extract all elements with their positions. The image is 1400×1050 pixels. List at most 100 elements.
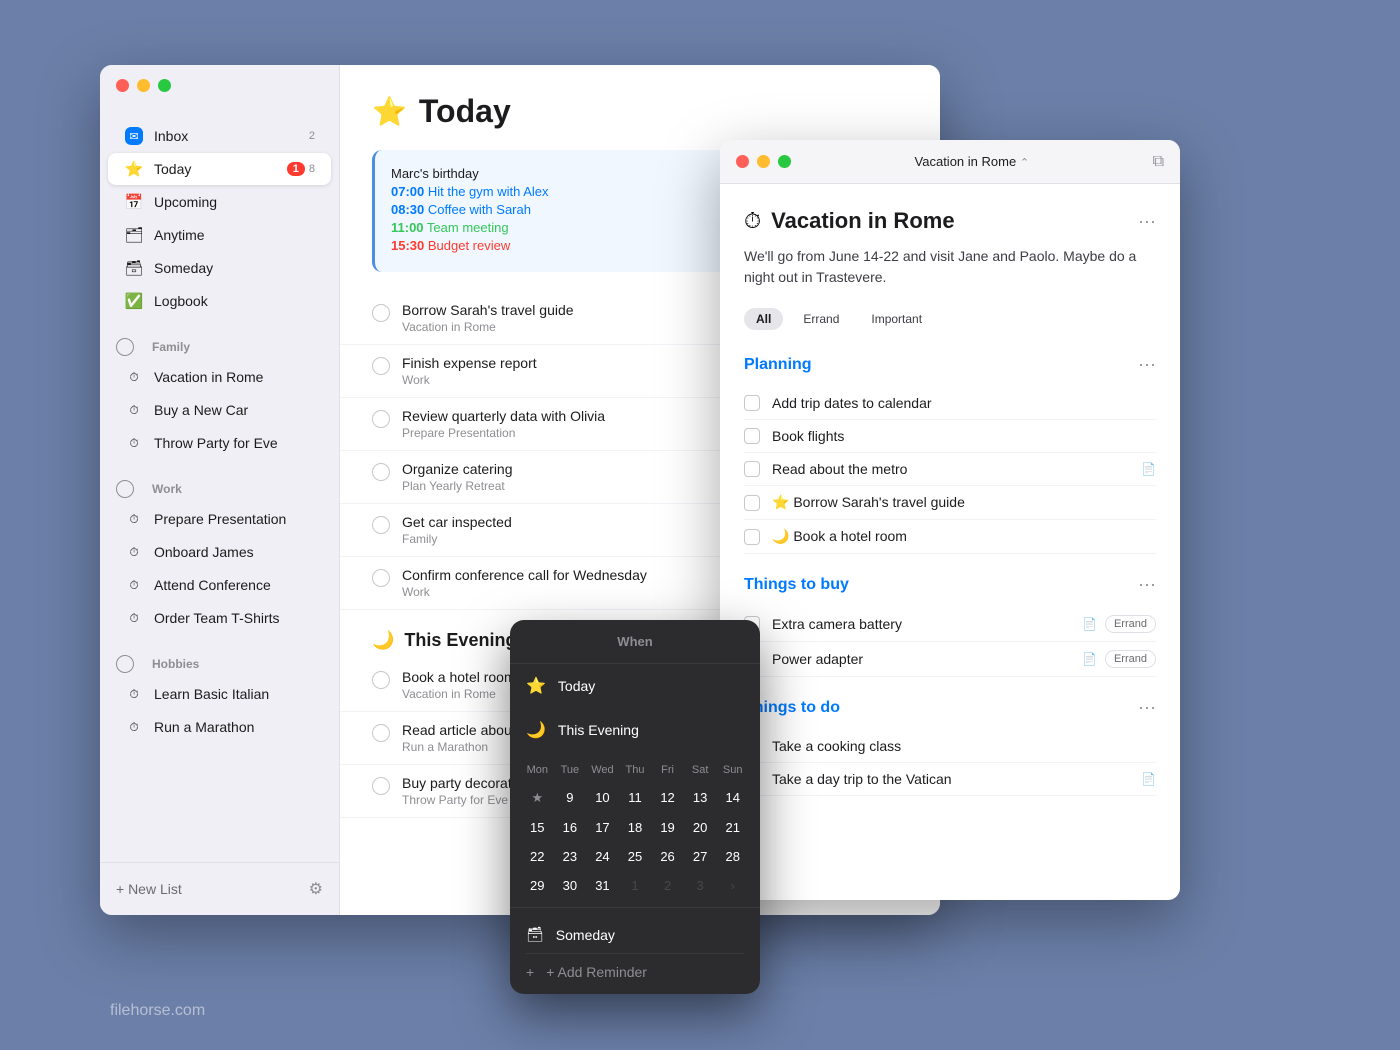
task-checkbox[interactable]	[372, 516, 390, 534]
cal-arrow-next[interactable]: ›	[717, 872, 748, 899]
fullscreen-button[interactable]	[158, 79, 171, 92]
calendar-weekdays: Mon Tue Wed Thu Fri Sat Sun	[522, 760, 748, 780]
buy-title: Things to buy	[744, 576, 849, 594]
cal-day-18[interactable]: 18	[620, 814, 651, 841]
task-checkbox[interactable]	[372, 304, 390, 322]
rome-task-camera-battery[interactable]: Extra camera battery 📄 Errand	[744, 607, 1156, 642]
cal-day-star[interactable]: ★	[522, 784, 553, 812]
cal-day-20[interactable]: 20	[685, 814, 716, 841]
do-more-icon[interactable]: ···	[1138, 697, 1156, 718]
cal-day-30[interactable]: 30	[555, 872, 586, 899]
new-list-button[interactable]: + New List	[116, 881, 182, 897]
rome-fullscreen-button[interactable]	[778, 155, 791, 168]
when-footer: 🗃 Someday + + Add Reminder	[510, 907, 760, 994]
cal-day-22[interactable]: 22	[522, 843, 553, 870]
task-checkbox[interactable]	[372, 463, 390, 481]
close-button[interactable]	[116, 79, 129, 92]
rome-task-travel-guide[interactable]: ⭐ Borrow Sarah's travel guide	[744, 486, 1156, 520]
sidebar-item-upcoming[interactable]: 📅 Upcoming	[108, 186, 331, 218]
cal-day-27[interactable]: 27	[685, 843, 716, 870]
sidebar-anytime-label: Anytime	[154, 227, 315, 243]
sidebar-item-inbox[interactable]: ✉ Inbox 2	[108, 120, 331, 152]
cal-day-12[interactable]: 12	[652, 784, 683, 812]
cal-day-28[interactable]: 28	[717, 843, 748, 870]
cal-day-3-next[interactable]: 3	[685, 872, 716, 899]
cal-day-13[interactable]: 13	[685, 784, 716, 812]
sidebar-item-prepare-pres[interactable]: ⏱ Prepare Presentation	[108, 503, 331, 535]
cal-day-17[interactable]: 17	[587, 814, 618, 841]
cal-day-25[interactable]: 25	[620, 843, 651, 870]
rome-task-cooking-class[interactable]: Take a cooking class	[744, 730, 1156, 763]
sidebar-item-logbook[interactable]: ✅ Logbook	[108, 285, 331, 317]
task-checkbox[interactable]	[744, 461, 760, 477]
when-today-item[interactable]: ⭐ Today	[510, 664, 760, 708]
task-label: Book flights	[772, 428, 1156, 444]
sidebar-item-onboard-james[interactable]: ⏱ Onboard James	[108, 536, 331, 568]
new-car-icon: ⏱	[124, 400, 144, 420]
hobbies-group-header: Hobbies	[100, 643, 339, 677]
planning-more-icon[interactable]: ···	[1138, 354, 1156, 375]
sidebar-item-today[interactable]: ⭐ Today 1 8	[108, 153, 331, 185]
when-popup: When ⭐ Today 🌙 This Evening Mon Tue Wed …	[510, 620, 760, 994]
buy-more-icon[interactable]: ···	[1138, 574, 1156, 595]
rome-task-power-adapter[interactable]: Power adapter 📄 Errand	[744, 642, 1156, 677]
sidebar-item-new-car[interactable]: ⏱ Buy a New Car	[108, 394, 331, 426]
tag-errand[interactable]: Errand	[791, 308, 851, 330]
cal-day-10[interactable]: 10	[587, 784, 618, 812]
weekday-sun: Sun	[717, 760, 748, 780]
task-checkbox[interactable]	[372, 777, 390, 795]
sidebar-item-vacation-rome[interactable]: ⏱ Vacation in Rome	[108, 361, 331, 393]
rome-task-trip-dates[interactable]: Add trip dates to calendar	[744, 387, 1156, 420]
sidebar-item-italian[interactable]: ⏱ Learn Basic Italian	[108, 678, 331, 710]
rome-copy-icon[interactable]: ⧉	[1153, 153, 1164, 171]
when-add-reminder[interactable]: + + Add Reminder	[526, 954, 744, 990]
cal-day-23[interactable]: 23	[555, 843, 586, 870]
cal-day-19[interactable]: 19	[652, 814, 683, 841]
task-checkbox[interactable]	[744, 495, 760, 511]
settings-icon[interactable]: ⚙	[309, 879, 323, 899]
rome-minimize-button[interactable]	[757, 155, 770, 168]
sidebar-item-someday[interactable]: 🗃 Someday	[108, 252, 331, 284]
sidebar-item-attend-conf[interactable]: ⏱ Attend Conference	[108, 569, 331, 601]
someday-icon: 🗃	[124, 258, 144, 278]
sidebar-item-anytime[interactable]: 🗂 Anytime	[108, 219, 331, 251]
cal-day-9[interactable]: 9	[555, 784, 586, 812]
sidebar-item-marathon[interactable]: ⏱ Run a Marathon	[108, 711, 331, 743]
vacation-rome-label: Vacation in Rome	[154, 369, 315, 385]
cal-day-21[interactable]: 21	[717, 814, 748, 841]
minimize-button[interactable]	[137, 79, 150, 92]
rome-task-metro[interactable]: Read about the metro 📄	[744, 453, 1156, 486]
cal-day-14[interactable]: 14	[717, 784, 748, 812]
tag-important[interactable]: Important	[859, 308, 934, 330]
cal-day-31[interactable]: 31	[587, 872, 618, 899]
task-checkbox[interactable]	[372, 569, 390, 587]
cal-day-2-next[interactable]: 2	[652, 872, 683, 899]
rome-task-hotel-room[interactable]: 🌙 Book a hotel room	[744, 520, 1156, 554]
task-checkbox[interactable]	[372, 724, 390, 742]
cal-day-16[interactable]: 16	[555, 814, 586, 841]
cal-day-26[interactable]: 26	[652, 843, 683, 870]
rome-buy-section: Things to buy ··· Extra camera battery 📄…	[744, 574, 1156, 677]
task-checkbox[interactable]	[744, 428, 760, 444]
task-checkbox[interactable]	[372, 357, 390, 375]
rome-task-flights[interactable]: Book flights	[744, 420, 1156, 453]
task-checkbox[interactable]	[744, 529, 760, 545]
marathon-label: Run a Marathon	[154, 719, 315, 735]
task-checkbox[interactable]	[744, 395, 760, 411]
rome-close-button[interactable]	[736, 155, 749, 168]
task-checkbox[interactable]	[372, 410, 390, 428]
task-checkbox[interactable]	[372, 671, 390, 689]
rome-task-vatican[interactable]: Take a day trip to the Vatican 📄	[744, 763, 1156, 796]
cal-day-1-next[interactable]: 1	[620, 872, 651, 899]
cal-day-29[interactable]: 29	[522, 872, 553, 899]
cal-day-24[interactable]: 24	[587, 843, 618, 870]
sidebar-item-order-tshirts[interactable]: ⏱ Order Team T-Shirts	[108, 602, 331, 634]
rome-more-button[interactable]: ···	[1138, 211, 1156, 232]
when-evening-item[interactable]: 🌙 This Evening	[510, 708, 760, 752]
tag-all[interactable]: All	[744, 308, 783, 330]
cal-day-11[interactable]: 11	[620, 784, 651, 812]
when-someday-item[interactable]: 🗃 Someday	[526, 916, 744, 954]
sidebar-item-throw-party[interactable]: ⏱ Throw Party for Eve	[108, 427, 331, 459]
calendar-days: ★ 9 10 11 12 13 14 15 16 17 18 19 20 21 …	[522, 784, 748, 899]
cal-day-15[interactable]: 15	[522, 814, 553, 841]
